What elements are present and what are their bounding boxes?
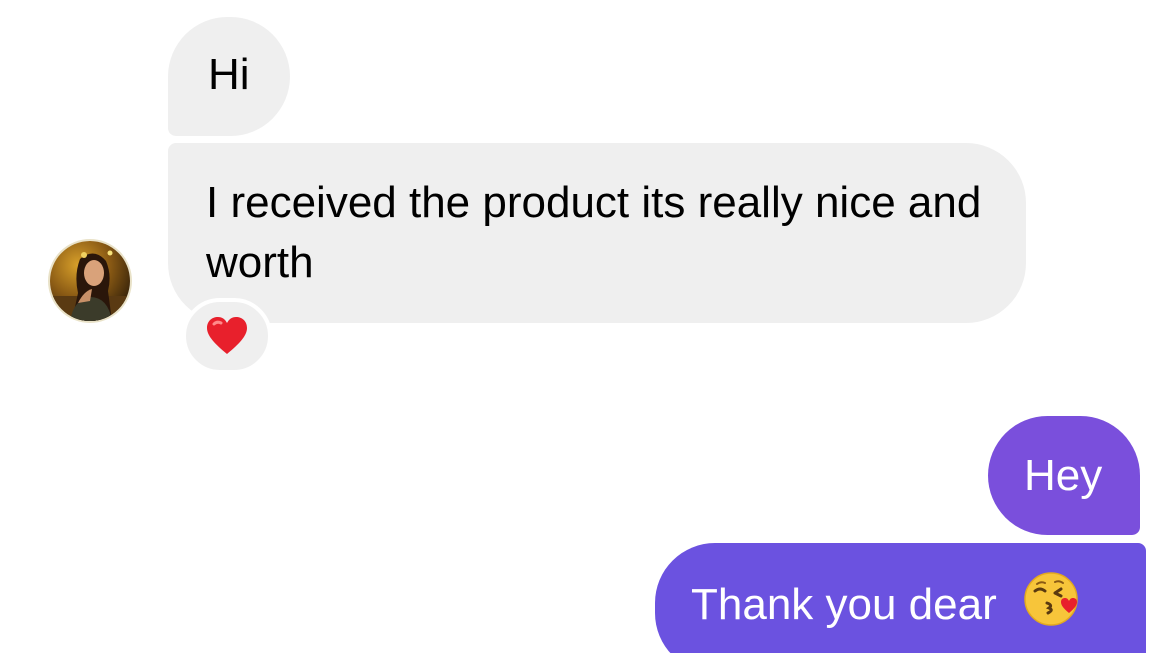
avatar-photo [50, 241, 130, 321]
face-blowing-kiss-icon [1023, 571, 1081, 645]
message-thread: Hi I received the product its really nic… [0, 0, 1170, 653]
message-text: I received the product its really nice a… [206, 178, 982, 287]
outgoing-message-bubble[interactable]: Thank you dear [655, 543, 1146, 653]
incoming-message-bubble[interactable]: Hi [168, 17, 290, 136]
red-heart-icon [207, 317, 247, 354]
message-reaction[interactable] [182, 298, 272, 374]
message-text: Thank you dear [691, 580, 997, 629]
message-text: Hey [1024, 451, 1103, 500]
message-text: Hi [208, 50, 250, 99]
incoming-message-bubble[interactable]: I received the product its really nice a… [168, 143, 1026, 323]
outgoing-message-bubble[interactable]: Hey [988, 416, 1141, 535]
contact-avatar[interactable] [48, 239, 132, 323]
